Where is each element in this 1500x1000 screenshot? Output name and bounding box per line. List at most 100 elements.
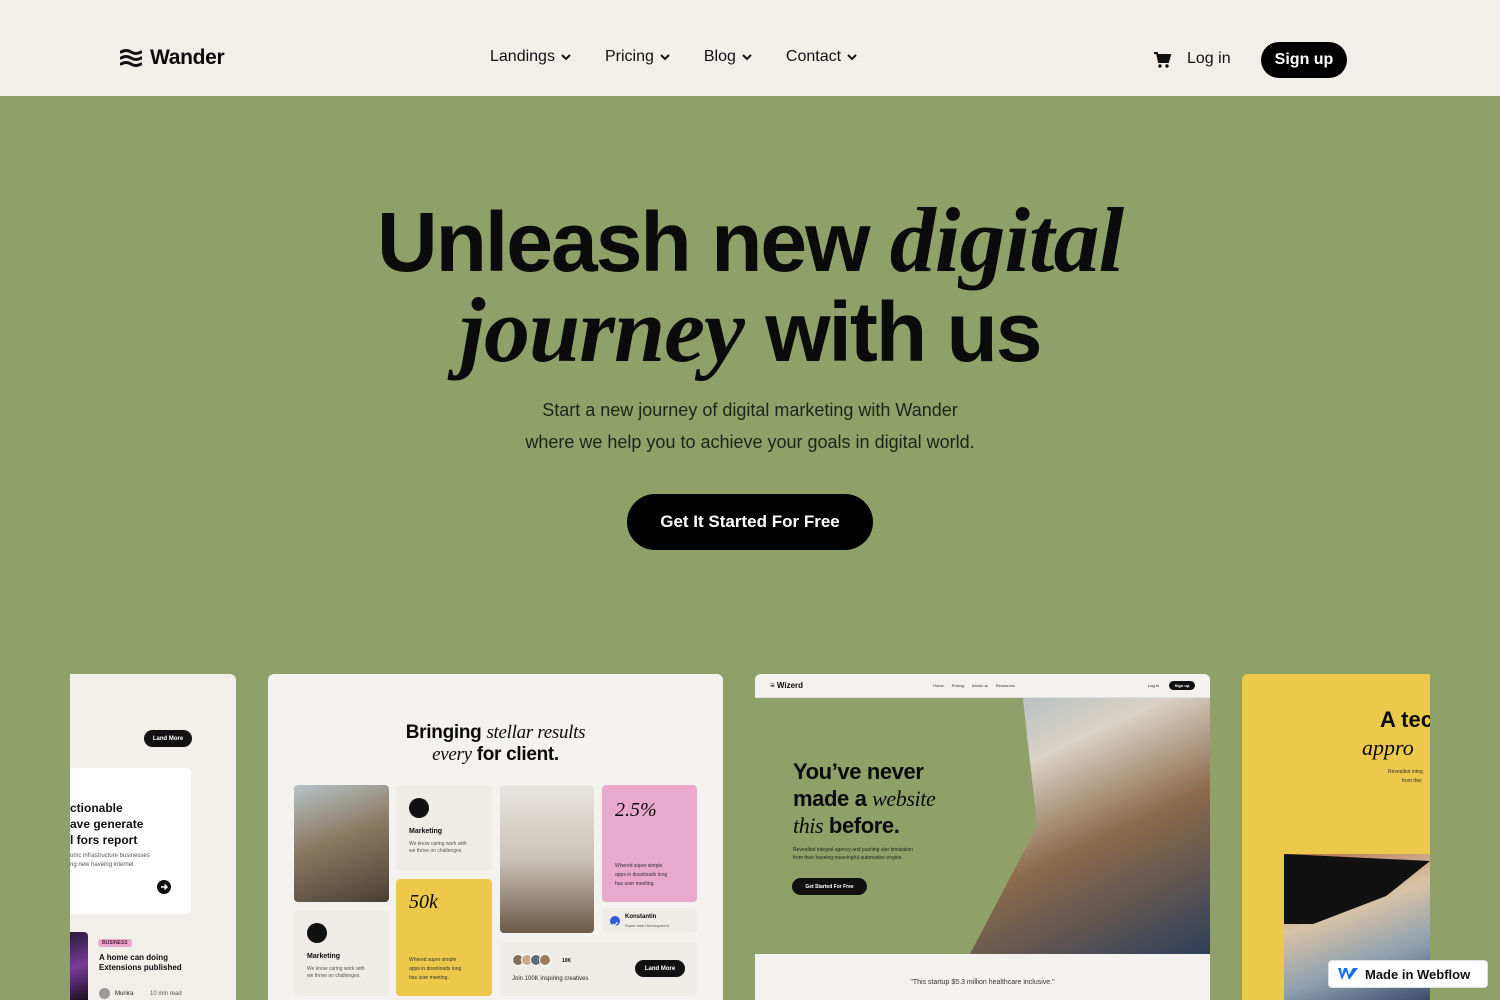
marketing-body-line: We know caring work with — [409, 841, 467, 847]
card2-title: Bringing stellar results every for clien… — [268, 722, 723, 766]
menu-item-pricing[interactable]: Pricing — [605, 48, 670, 66]
person-name: Konstantin — [625, 914, 657, 920]
avatar — [539, 954, 551, 966]
wizerd-navbar: ≡ Wizerd Home Pricing About us Resources… — [755, 674, 1210, 698]
hero-subtitle: Start a new journey of digital marketing… — [450, 394, 1050, 458]
menu-label: Pricing — [604, 48, 654, 65]
person-row: Konstantin Super web Development — [602, 908, 697, 933]
stat-value: 50k — [409, 891, 438, 913]
template-card-1[interactable]: Land More ctionable ave generate l fors … — [70, 674, 236, 1000]
cart-icon[interactable] — [1153, 51, 1172, 69]
wizerd-get-started-button[interactable]: Get Started For Free — [792, 878, 867, 895]
hero-title-part: with us — [765, 285, 1042, 379]
chevron-down-icon — [742, 53, 752, 60]
card2-title-part: Bringing — [405, 722, 482, 743]
main-menu: Landings Pricing Blog Contact — [490, 48, 857, 66]
stat-tile-yellow: 50k Whered super simple apps in download… — [396, 879, 492, 996]
hero-subtitle-line: where we help you to achieve your goals … — [525, 432, 975, 452]
land-more-button[interactable]: Land More — [635, 960, 685, 977]
card2-title-italic: stellar results — [486, 722, 586, 743]
menu-label: Landings — [490, 48, 555, 65]
wizerd-brand: ≡ Wizerd — [770, 681, 804, 690]
report-heading-line: l fors report — [70, 833, 138, 847]
card2-title-part: for client. — [476, 744, 560, 765]
card4-headline-italic: appro — [1362, 735, 1414, 760]
hero-subtitle-line: Start a new journey of digital marketing… — [542, 400, 958, 420]
card4-headline-line: A tec — [1380, 707, 1430, 732]
hero-title-italic: journey — [459, 279, 744, 381]
menu-item-blog[interactable]: Blog — [704, 48, 752, 66]
badge-text: Made in Webflow — [1365, 966, 1471, 982]
marketing-label: Marketing — [409, 828, 443, 835]
wizerd-login[interactable]: Log in — [1148, 683, 1159, 688]
stat-body-line: Whered super simple — [409, 957, 457, 963]
stat-body-line: has user meeting. — [409, 975, 449, 981]
wizerd-brand-name: Wizerd — [776, 681, 804, 690]
hero-title: Unleash new digital journey with us — [0, 194, 1500, 379]
marketing-body-line: we thrive on challenges. — [307, 973, 361, 979]
stat-body-line: has user meeting. — [615, 881, 655, 887]
brand-logo[interactable]: Wander — [120, 46, 225, 70]
wizerd-body-line: from their haveing meaningful automation… — [793, 855, 903, 861]
menu-item-contact[interactable]: Contact — [786, 48, 857, 66]
category-badge: BUSINESS — [98, 939, 132, 947]
card2-title-italic: every — [432, 744, 472, 765]
stat-tile-pink: 2.5% Whered super simple apps in downloa… — [602, 785, 697, 902]
marketing-body-line: We know caring work with — [307, 966, 365, 972]
card4-body-line: from thei — [1402, 778, 1422, 784]
arrow-right-icon[interactable] — [157, 880, 171, 894]
join-text: Join 100K inspiring creatives — [512, 976, 589, 982]
avatar-stack — [512, 954, 551, 966]
menu-label: Blog — [703, 48, 736, 65]
wizerd-signup[interactable]: Sign up — [1169, 681, 1195, 690]
signup-button[interactable]: Sign up — [1261, 42, 1347, 78]
wizerd-headline: You’ve never made a website this before. — [793, 758, 936, 839]
wizerd-quote: "This startup $5.3 million healthcare in… — [910, 979, 1055, 986]
template-card-4[interactable]: A tec appro Revealbot integ from thei — [1242, 674, 1430, 1000]
menu-label: Contact — [785, 48, 842, 65]
made-in-webflow-badge[interactable]: Made in Webflow — [1328, 960, 1488, 988]
menu-item-landings[interactable]: Landings — [490, 48, 571, 66]
menu-logo-icon — [120, 49, 142, 67]
marketing-body-line: we thrive on challenges. — [409, 848, 463, 854]
avatar — [99, 988, 110, 999]
report-heading-line: ave generate — [70, 817, 144, 831]
land-more-button[interactable]: Land More — [144, 730, 192, 747]
box-icon — [409, 798, 429, 818]
wizerd-menu-item[interactable]: Resources — [996, 683, 1015, 688]
stat-body-line: apps in downloads long — [615, 872, 668, 878]
card4-body-line: Revealbot integ — [1388, 769, 1423, 775]
login-link[interactable]: Log in — [1187, 50, 1231, 68]
post-title-line: A home can doing — [99, 953, 169, 962]
photo-two-women-walking — [500, 785, 594, 933]
check-icon — [610, 916, 620, 927]
card4-headline: A tec appro — [1362, 706, 1430, 762]
template-card-3[interactable]: ≡ Wizerd Home Pricing About us Resources… — [755, 674, 1210, 1000]
wizerd-menu-item[interactable]: Home — [933, 683, 944, 688]
template-card-2[interactable]: Bringing stellar results every for clien… — [268, 674, 723, 1000]
webflow-logo-icon — [1338, 968, 1358, 980]
stat-body-line: apps in downloads long — [409, 966, 462, 972]
post-thumbnail — [70, 932, 88, 1000]
wizerd-menu-item[interactable]: Pricing — [952, 683, 964, 688]
chevron-down-icon — [660, 53, 670, 60]
wizerd-headline-part: made a — [793, 786, 867, 811]
read-time: 10 min read — [150, 991, 182, 997]
wizerd-body-line: Revealbot integral agency and pushing al… — [793, 847, 914, 853]
join-row: 10K Join 100K inspiring creatives Land M… — [500, 942, 697, 996]
chevron-down-icon — [847, 53, 857, 60]
wizerd-headline-part: before. — [828, 813, 900, 838]
marketing-tile: Marketing We know caring work with we th… — [294, 910, 389, 996]
report-heading-line: ctionable — [70, 801, 123, 815]
brand-name: Wander — [150, 46, 225, 69]
chevron-down-icon — [561, 53, 571, 60]
get-started-button[interactable]: Get It Started For Free — [627, 494, 873, 550]
post-title-line: Extensions published — [99, 963, 182, 972]
wizerd-menu-item[interactable]: About us — [972, 683, 988, 688]
top-navbar: Wander Landings Pricing Blog Contact Log… — [0, 0, 1500, 96]
report-body-line: ng new haveing internet — [70, 862, 134, 868]
report-body-line: omc infrastructure businesses — [70, 853, 150, 859]
wizerd-headline-line: You’ve never — [793, 759, 924, 784]
wizerd-headline-italic: website — [872, 786, 936, 811]
wizerd-headline-italic: this — [793, 813, 824, 838]
